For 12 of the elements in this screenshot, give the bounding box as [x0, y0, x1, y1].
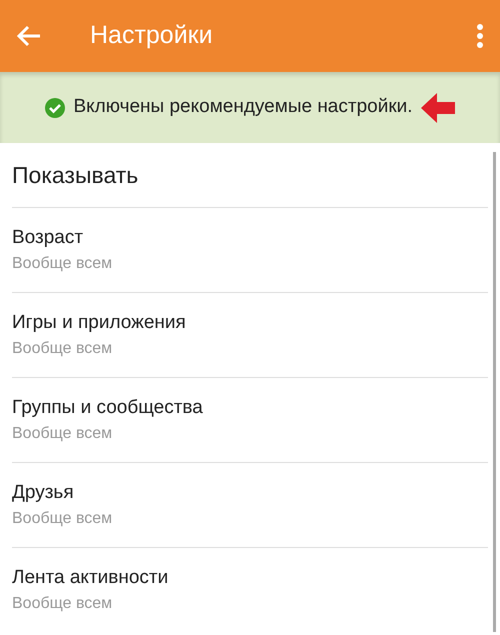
section-header: Показывать [12, 160, 138, 190]
banner-text: Включены рекомендуемые настройки. [73, 95, 413, 120]
back-icon[interactable] [16, 25, 42, 47]
settings-item[interactable]: Группы и сообщества Вообще всем [12, 377, 488, 462]
screen-title: Настройки [90, 20, 213, 52]
settings-item[interactable]: Возраст Вообще всем [12, 207, 488, 292]
settings-item[interactable]: Игры и приложения Вообще всем [12, 292, 488, 377]
settings-item[interactable]: Лента активности Вообще всем [12, 547, 488, 632]
settings-item[interactable]: Друзья Вообще всем [12, 462, 488, 547]
check-icon [45, 98, 66, 118]
more-options-icon[interactable] [476, 24, 484, 48]
arrow-icon [420, 90, 455, 124]
